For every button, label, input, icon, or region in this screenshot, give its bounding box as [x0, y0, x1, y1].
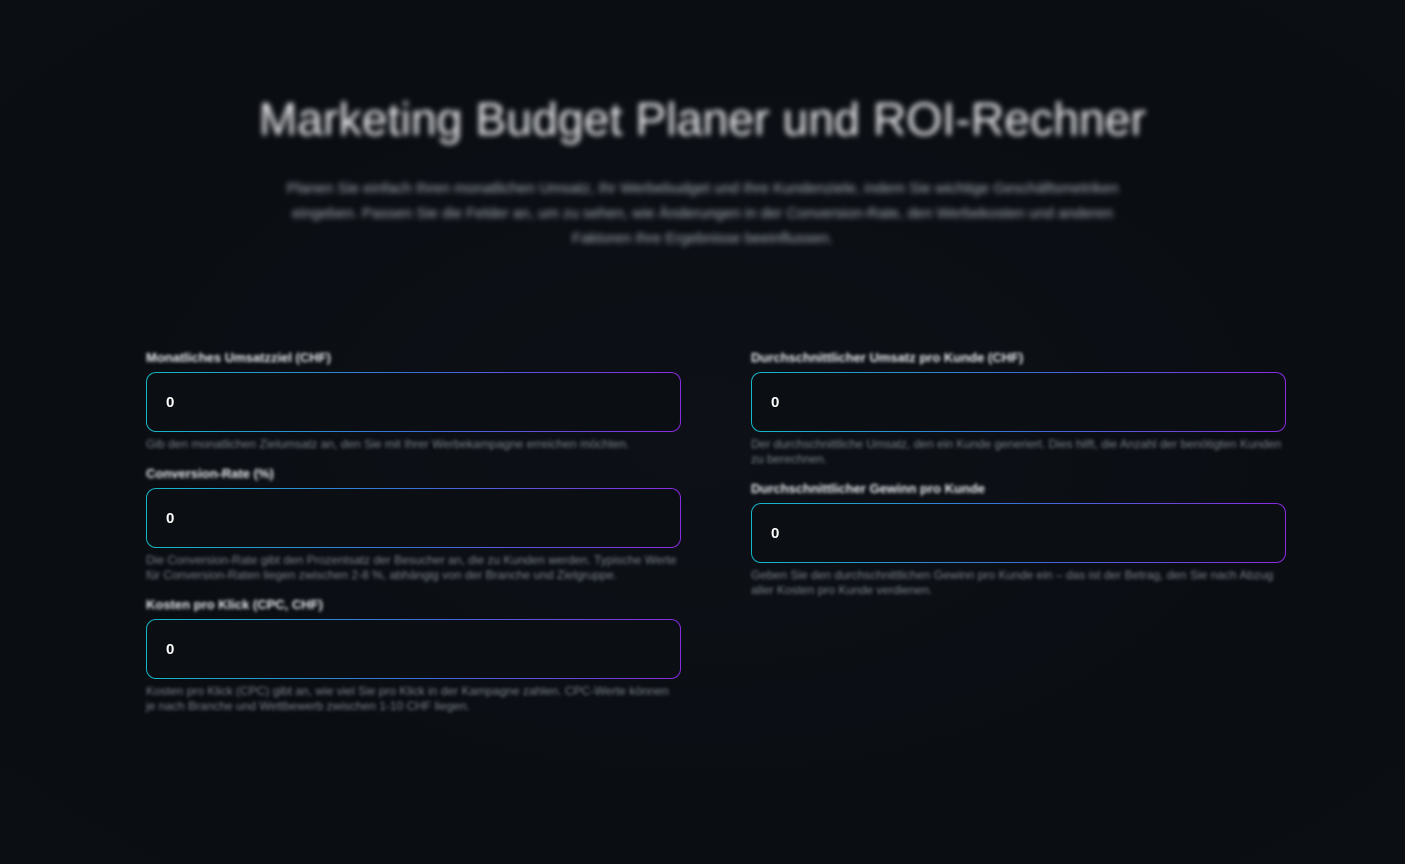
monthly-revenue-field: Monatliches Umsatzziel (CHF) Gib den mon… — [146, 350, 681, 452]
cost-per-click-input[interactable] — [147, 620, 680, 678]
avg-revenue-per-customer-input[interactable] — [752, 373, 1285, 431]
conversion-rate-label: Conversion-Rate (%) — [146, 466, 274, 481]
page: Marketing Budget Planer und ROI-Rechner … — [0, 0, 1405, 864]
conversion-rate-input[interactable] — [147, 489, 680, 547]
avg-revenue-per-customer-hint: Der durchschnittliche Umsatz, den ein Ku… — [751, 437, 1282, 466]
conversion-rate-input-border — [146, 488, 681, 548]
avg-profit-per-customer-label: Durchschnittlicher Gewinn pro Kunde — [751, 481, 986, 496]
avg-profit-per-customer-input-border — [751, 503, 1286, 563]
cost-per-click-field: Kosten pro Klick (CPC, CHF) Kosten pro K… — [146, 597, 681, 714]
monthly-revenue-input[interactable] — [147, 373, 680, 431]
page-header: Marketing Budget Planer und ROI-Rechner … — [0, 92, 1405, 251]
avg-profit-per-customer-field: Durchschnittlicher Gewinn pro Kunde Gebe… — [751, 481, 1286, 598]
cost-per-click-input-border — [146, 619, 681, 679]
form-column-left: Monatliches Umsatzziel (CHF) Gib den mon… — [146, 350, 681, 728]
page-subtitle: Planen Sie einfach Ihren monatlichen Ums… — [286, 180, 1119, 247]
page-title: Marketing Budget Planer und ROI-Rechner — [258, 93, 1147, 145]
avg-revenue-per-customer-field: Durchschnittlicher Umsatz pro Kunde (CHF… — [751, 350, 1286, 467]
monthly-revenue-hint: Gib den monatlichen Zielumsatz an, den S… — [146, 437, 630, 451]
avg-revenue-per-customer-input-border — [751, 372, 1286, 432]
monthly-revenue-label: Monatliches Umsatzziel (CHF) — [146, 350, 331, 365]
avg-revenue-per-customer-label: Durchschnittlicher Umsatz pro Kunde (CHF… — [751, 350, 1024, 365]
cost-per-click-hint: Kosten pro Klick (CPC) gibt an, wie viel… — [146, 684, 669, 713]
monthly-revenue-input-border — [146, 372, 681, 432]
cost-per-click-label: Kosten pro Klick (CPC, CHF) — [146, 597, 323, 612]
conversion-rate-hint: Die Conversion-Rate gibt den Prozentsatz… — [146, 553, 677, 582]
avg-profit-per-customer-input[interactable] — [752, 504, 1285, 562]
conversion-rate-field: Conversion-Rate (%) Die Conversion-Rate … — [146, 466, 681, 583]
calculator-form: Monatliches Umsatzziel (CHF) Gib den mon… — [146, 350, 1286, 728]
avg-profit-per-customer-hint: Geben Sie den durchschnittlichen Gewinn … — [751, 568, 1274, 597]
form-column-right: Durchschnittlicher Umsatz pro Kunde (CHF… — [751, 350, 1286, 728]
